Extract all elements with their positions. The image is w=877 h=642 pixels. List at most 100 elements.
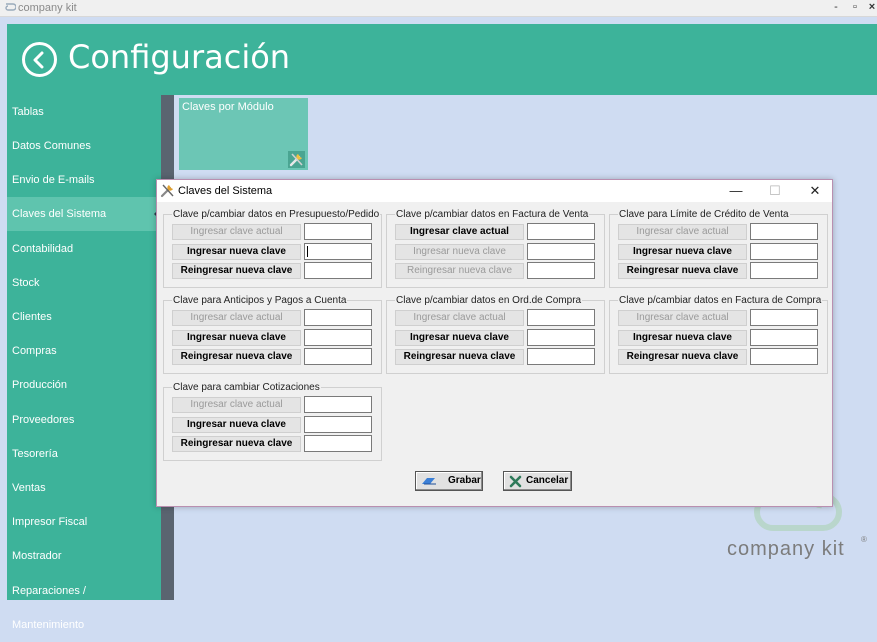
tools-icon [160, 184, 174, 198]
reingresar-nueva-clave-button[interactable]: Reingresar nueva clave [172, 436, 301, 452]
ingresar-clave-actual-button: Ingresar clave actual [172, 310, 301, 326]
ingresar-nueva-clave-button[interactable]: Ingresar nueva clave [172, 417, 301, 433]
app-titlebar: company kit - ▫ × [0, 0, 877, 17]
nueva-clave-input[interactable] [527, 243, 595, 260]
clave-actual-input[interactable] [304, 309, 372, 326]
dialog-minimize-button[interactable]: — [721, 180, 751, 202]
ingresar-nueva-clave-button[interactable]: Ingresar nueva clave [618, 330, 747, 346]
sidebar-item-envio-emails[interactable]: Envio de E-mails [7, 163, 161, 197]
cancel-icon [509, 475, 522, 488]
group-anticipos-pagos: Clave para Anticipos y Pagos a Cuenta In… [163, 295, 382, 374]
cancelar-button[interactable]: Cancelar [503, 471, 572, 491]
nueva-clave-input[interactable] [304, 243, 372, 260]
reingresar-nueva-clave-button[interactable]: Reingresar nueva clave [172, 263, 301, 279]
page-header: Configuración [7, 24, 877, 95]
nueva-clave-input[interactable] [750, 329, 818, 346]
grabar-label: Grabar [448, 475, 481, 486]
sidebar-item-datos-comunes[interactable]: Datos Comunes [7, 129, 161, 163]
reingresar-nueva-clave-button: Reingresar nueva clave [395, 263, 524, 279]
ingresar-nueva-clave-button[interactable]: Ingresar nueva clave [618, 244, 747, 260]
clave-actual-input[interactable] [750, 223, 818, 240]
nueva-clave-input[interactable] [304, 329, 372, 346]
sidebar-item-ventas[interactable]: Ventas [7, 471, 161, 505]
reingresar-clave-input[interactable] [304, 348, 372, 365]
sidebar-item-tesoreria[interactable]: Tesorería [7, 437, 161, 471]
ingresar-nueva-clave-button[interactable]: Ingresar nueva clave [395, 330, 524, 346]
ingresar-clave-actual-button: Ingresar clave actual [618, 224, 747, 240]
ingresar-nueva-clave-button[interactable]: Ingresar nueva clave [172, 244, 301, 260]
ingresar-clave-actual-button: Ingresar clave actual [395, 310, 524, 326]
dialog-close-button[interactable]: ✕ [800, 180, 830, 202]
reingresar-nueva-clave-button[interactable]: Reingresar nueva clave [395, 349, 524, 365]
reingresar-clave-input[interactable] [527, 262, 595, 279]
app-logo-icon [5, 3, 16, 11]
nueva-clave-input[interactable] [304, 416, 372, 433]
reingresar-nueva-clave-button[interactable]: Reingresar nueva clave [172, 349, 301, 365]
group-cotizaciones: Clave para cambiar Cotizaciones Ingresar… [163, 382, 382, 461]
sidebar-item-contabilidad[interactable]: Contabilidad [7, 232, 161, 266]
tile-label: Claves por Módulo [182, 101, 274, 113]
group-factura-venta: Clave p/cambiar datos en Factura de Vent… [386, 209, 605, 288]
group-title: Clave para Anticipos y Pagos a Cuenta [172, 295, 348, 306]
sidebar-item-compras[interactable]: Compras [7, 334, 161, 368]
clave-actual-input[interactable] [750, 309, 818, 326]
group-title: Clave p/cambiar datos en Factura de Comp… [618, 295, 823, 306]
tools-icon [288, 151, 305, 168]
cancelar-label: Cancelar [526, 475, 569, 486]
clave-actual-input[interactable] [527, 223, 595, 240]
ingresar-clave-actual-button: Ingresar clave actual [172, 224, 301, 240]
group-title: Clave para Límite de Crédito de Venta [618, 209, 790, 220]
reingresar-clave-input[interactable] [750, 262, 818, 279]
ingresar-clave-actual-button[interactable]: Ingresar clave actual [395, 224, 524, 240]
sidebar-item-mostrador[interactable]: Mostrador [7, 539, 161, 573]
sidebar-item-stock[interactable]: Stock [7, 266, 161, 300]
sidebar: Tablas Datos Comunes Envio de E-mails Cl… [7, 95, 161, 631]
page-title: Configuración [68, 38, 291, 76]
sidebar-item-reparaciones[interactable]: Reparaciones / Mantenimiento [7, 574, 161, 631]
window-close-button[interactable]: × [862, 0, 877, 17]
tile-claves-por-modulo[interactable]: Claves por Módulo [179, 98, 308, 170]
reingresar-clave-input[interactable] [304, 435, 372, 452]
app-title: company kit [18, 2, 77, 14]
claves-dialog: Claves del Sistema — ☐ ✕ Clave p/cambiar… [156, 179, 833, 507]
watermark-registered-mark: ® [861, 535, 867, 544]
ingresar-clave-actual-button: Ingresar clave actual [172, 397, 301, 413]
ingresar-clave-actual-button: Ingresar clave actual [618, 310, 747, 326]
clave-actual-input[interactable] [304, 396, 372, 413]
reingresar-clave-input[interactable] [750, 348, 818, 365]
sidebar-item-produccion[interactable]: Producción [7, 368, 161, 402]
group-title: Clave p/cambiar datos en Presupuesto/Ped… [172, 209, 381, 220]
group-title: Clave para cambiar Cotizaciones [172, 382, 321, 393]
back-button[interactable] [22, 42, 57, 77]
reingresar-clave-input[interactable] [527, 348, 595, 365]
sidebar-item-tablas[interactable]: Tablas [7, 95, 161, 129]
sidebar-item-claves-sistema[interactable]: Claves del Sistema [7, 197, 161, 231]
sidebar-item-impresor-fiscal[interactable]: Impresor Fiscal [7, 505, 161, 539]
group-title: Clave p/cambiar datos en Ord.de Compra [395, 295, 583, 306]
sidebar-item-proveedores[interactable]: Proveedores [7, 403, 161, 437]
group-limite-credito: Clave para Límite de Crédito de Venta In… [609, 209, 828, 288]
group-orden-compra: Clave p/cambiar datos en Ord.de Compra I… [386, 295, 605, 374]
arrow-left-icon [33, 51, 44, 69]
window-minimize-button[interactable]: - [826, 0, 846, 17]
text-caret [307, 246, 308, 257]
ingresar-nueva-clave-button: Ingresar nueva clave [395, 244, 524, 260]
dialog-title: Claves del Sistema [178, 185, 273, 197]
dialog-titlebar: Claves del Sistema — ☐ ✕ [157, 180, 832, 202]
grabar-button[interactable]: Grabar [415, 471, 483, 491]
dialog-maximize-button: ☐ [769, 183, 781, 198]
save-icon [422, 478, 436, 485]
group-title: Clave p/cambiar datos en Factura de Vent… [395, 209, 590, 220]
reingresar-clave-input[interactable] [304, 262, 372, 279]
clave-actual-input[interactable] [304, 223, 372, 240]
nueva-clave-input[interactable] [527, 329, 595, 346]
reingresar-nueva-clave-button[interactable]: Reingresar nueva clave [618, 349, 747, 365]
reingresar-nueva-clave-button[interactable]: Reingresar nueva clave [618, 263, 747, 279]
sidebar-item-clientes[interactable]: Clientes [7, 300, 161, 334]
ingresar-nueva-clave-button[interactable]: Ingresar nueva clave [172, 330, 301, 346]
watermark-text: company kit [727, 538, 845, 560]
group-presupuesto-pedido: Clave p/cambiar datos en Presupuesto/Ped… [163, 209, 382, 288]
group-factura-compra: Clave p/cambiar datos en Factura de Comp… [609, 295, 828, 374]
clave-actual-input[interactable] [527, 309, 595, 326]
nueva-clave-input[interactable] [750, 243, 818, 260]
